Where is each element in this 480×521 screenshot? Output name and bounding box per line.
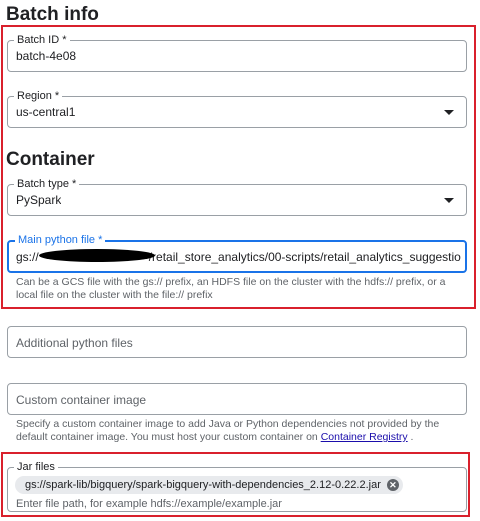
jar-files-label: Jar files — [14, 460, 58, 474]
custom-container-image-hint: Specify a custom container image to add … — [16, 418, 466, 444]
custom-container-image-placeholder: Custom container image — [16, 393, 147, 407]
jar-file-chip-label: gs://spark-lib/bigquery/spark-bigquery-w… — [25, 479, 381, 491]
region-select[interactable]: Region * us-central1 — [7, 89, 467, 128]
jar-file-chip[interactable]: gs://spark-lib/bigquery/spark-bigquery-w… — [15, 476, 403, 494]
batch-type-value: PySpark — [16, 193, 62, 207]
region-value: us-central1 — [16, 105, 76, 119]
batch-id-value: batch-4e08 — [16, 49, 77, 63]
batch-id-field[interactable]: Batch ID * batch-4e08 — [7, 33, 467, 72]
additional-python-files-placeholder: Additional python files — [16, 336, 133, 350]
main-python-file-hint: Can be a GCS file with the gs:// prefix,… — [16, 276, 446, 301]
chevron-down-icon[interactable] — [444, 110, 454, 115]
jar-files-placeholder[interactable]: Enter file path, for example hdfs://exam… — [16, 498, 282, 510]
container-heading: Container — [6, 149, 95, 170]
main-python-file-value-suffix: /retail_store_analytics/00-scripts/retai… — [148, 250, 461, 264]
main-python-file-label: Main python file * — [15, 233, 106, 247]
batch-info-heading: Batch info — [6, 4, 99, 25]
batch-id-label: Batch ID * — [14, 33, 70, 47]
batch-type-label: Batch type * — [14, 177, 80, 191]
redaction-mark — [39, 249, 155, 262]
custom-container-image-hint-end: . — [407, 431, 414, 443]
chevron-down-icon[interactable] — [444, 198, 454, 203]
container-registry-link[interactable]: Container Registry — [321, 431, 408, 443]
main-python-file-input[interactable]: Main python file * gs:// /retail_store_an… — [7, 233, 467, 273]
remove-chip-icon[interactable]: ✕ — [386, 479, 399, 491]
custom-container-image-input[interactable]: Custom container image — [7, 383, 467, 415]
additional-python-files-input[interactable]: Additional python files — [7, 326, 467, 358]
main-python-file-value-prefix: gs:// — [16, 250, 39, 264]
batch-type-select[interactable]: Batch type * PySpark — [7, 177, 467, 216]
region-label: Region * — [14, 89, 63, 103]
